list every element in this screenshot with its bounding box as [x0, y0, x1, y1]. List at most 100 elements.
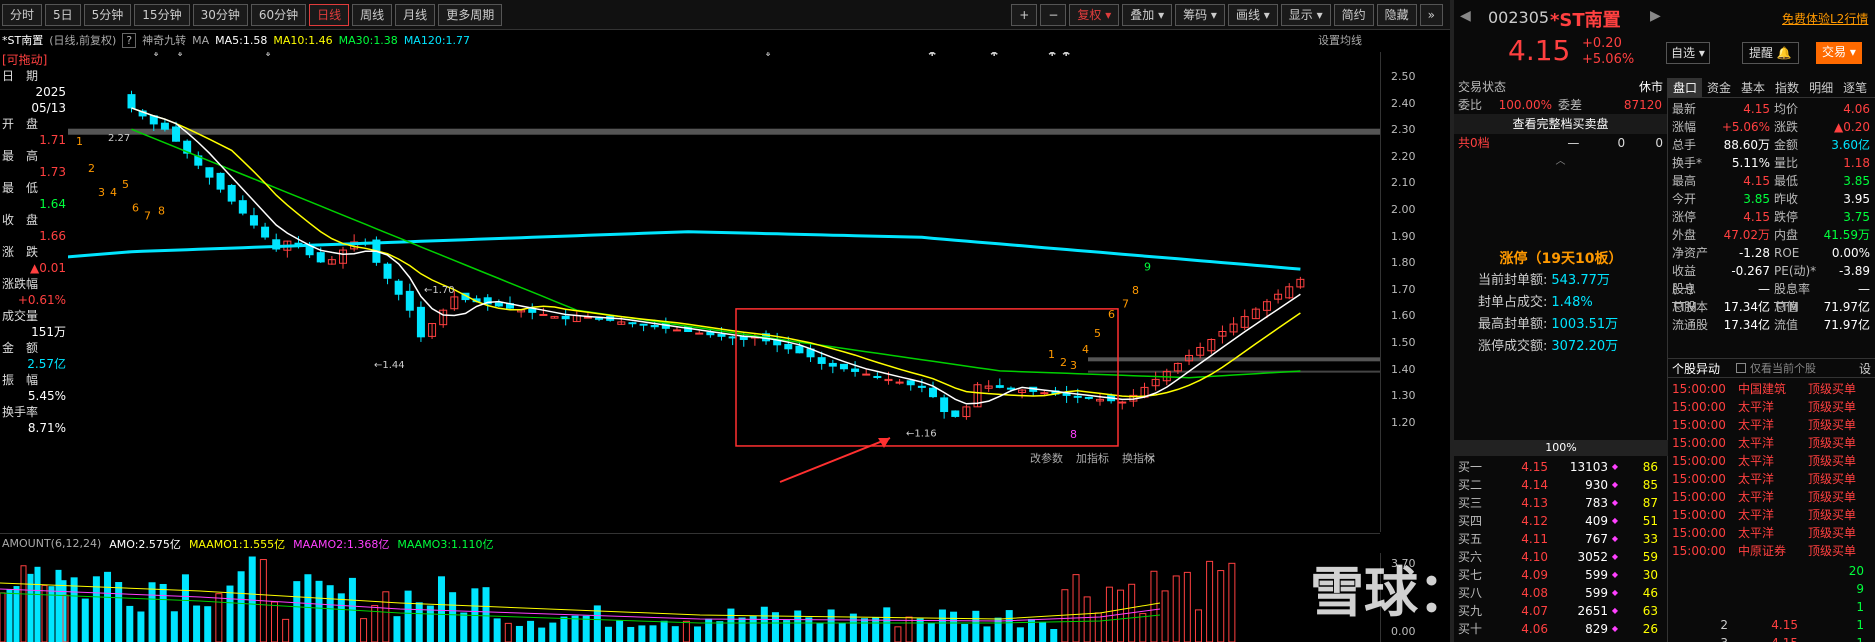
collapse-icon[interactable]: ︿	[1454, 152, 1667, 167]
stock-move-row[interactable]: 15:00:00 太平洋 顶级买单	[1668, 398, 1875, 416]
tool-button[interactable]: 显示 ▾	[1280, 4, 1331, 26]
tool-button[interactable]: −	[1040, 4, 1067, 26]
quote-value: -0.267	[1731, 264, 1770, 278]
stock-move-row[interactable]: 15:00:00 中国建筑 顶级买单	[1668, 380, 1875, 398]
magenta-count-label: 8	[1070, 428, 1077, 441]
tool-button[interactable]: 简约	[1333, 4, 1374, 26]
period-tab[interactable]: 60分钟	[250, 3, 307, 26]
candlestick-chart[interactable]: ⇕ ⇕ ⇕ ⇕ ✱ ✱ ✱ ✱ 2.27 ←1.70 ←1.44 ←1.16 1 2 3 4 5 6 7 8 1 2 3 4 5…	[0, 48, 1380, 532]
bid-row[interactable]: 买四 4.12 409 ◆ 51	[1454, 512, 1668, 530]
move-stock: 中国建筑	[1738, 382, 1787, 396]
free-l2-link[interactable]: 免费体验L2行情	[1782, 10, 1868, 27]
period-tab[interactable]: 30分钟	[192, 3, 248, 26]
tool-button[interactable]: 复权 ▾	[1069, 4, 1120, 26]
tick-index	[1668, 598, 1728, 616]
expand-icon[interactable]: »	[1419, 4, 1443, 26]
moves-settings-button[interactable]: 设	[1859, 360, 1871, 377]
stock-name: *ST南置	[1550, 10, 1621, 31]
bid-row[interactable]: 买五 4.11 767 ◆ 33	[1454, 530, 1668, 548]
quote-row: 总手 88.60万 金额 3.60亿	[1672, 136, 1871, 154]
bid-row[interactable]: 买二 4.14 930 ◆ 85	[1454, 476, 1668, 494]
full-book-button[interactable]: 查看完整档买卖盘	[1454, 114, 1667, 134]
limit-up-row: 最高封单额: 1003.51万	[1454, 314, 1668, 336]
bid-volume: 2651	[1577, 604, 1608, 618]
bid-row[interactable]: 买六 4.10 3052 ◆ 59	[1454, 548, 1668, 566]
chart-option-button[interactable]: 改参数	[1030, 451, 1063, 465]
bid-volume: 930	[1585, 478, 1608, 492]
prev-stock-icon[interactable]: ◀	[1460, 8, 1471, 24]
weibi-row: 委比 100.00% 委差 87120	[1454, 96, 1667, 114]
amount-chart[interactable]	[0, 553, 1380, 642]
candle-body	[249, 215, 258, 226]
volume-value: 151万	[31, 325, 66, 339]
amount-bar	[1039, 621, 1047, 642]
only-current-checkbox[interactable]	[1736, 363, 1747, 373]
amount-bar	[1050, 628, 1058, 642]
quote-tab[interactable]: 指数	[1770, 78, 1804, 97]
quote-row: 最新 4.15 均价 4.06	[1672, 100, 1871, 118]
tool-button[interactable]: 画线 ▾	[1227, 4, 1278, 26]
stock-move-row[interactable]: 15:00:00 太平洋 顶级买单	[1668, 488, 1875, 506]
bid-row[interactable]: 买一 4.15 13103 ◆ 86	[1454, 458, 1668, 476]
candle-body	[906, 380, 915, 386]
tool-button[interactable]: +	[1011, 4, 1038, 26]
period-tab[interactable]: 15分钟	[134, 3, 190, 26]
price-axis: 2.50 2.40 2.30 2.20 2.10 2.00 1.90 1.80 1.70 1.60…	[1380, 52, 1450, 532]
amount-bar	[115, 582, 123, 642]
candle-body	[650, 325, 659, 328]
period-tab[interactable]: 分时	[2, 3, 43, 26]
amount-bar	[805, 617, 813, 642]
bid-row[interactable]: 买十 4.06 829 ◆ 26	[1454, 620, 1668, 638]
high-marker: 2.27	[108, 133, 130, 144]
close-icon[interactable]: ×	[1146, 451, 1156, 465]
stock-move-row[interactable]: 15:00:00 太平洋 顶级买单	[1668, 452, 1875, 470]
bid-row[interactable]: 买七 4.09 599 ◆ 30	[1454, 566, 1668, 584]
stock-move-row[interactable]: 15:00:00 太平洋 顶级买单	[1668, 434, 1875, 452]
bid-row[interactable]: 买三 4.13 783 ◆ 87	[1454, 494, 1668, 512]
tool-button[interactable]: 筹码 ▾	[1175, 4, 1225, 26]
trade-button[interactable]: 交易 ▾	[1816, 42, 1862, 64]
period-tab[interactable]: 周线	[352, 3, 393, 26]
indicator-name[interactable]: 神奇九转	[142, 32, 186, 48]
candle-body	[595, 317, 604, 320]
help-icon[interactable]: ?	[122, 32, 137, 48]
close-label: 收 盘	[2, 213, 39, 227]
quote-tab[interactable]: 盘口	[1668, 78, 1703, 97]
date-value: 05/13	[31, 101, 66, 115]
candle-body	[238, 200, 247, 214]
bid-row[interactable]: 买八 4.08 599 ◆ 46	[1454, 584, 1668, 602]
draggable-label[interactable]: [可拖动]	[0, 52, 68, 68]
amount-bar	[1172, 575, 1180, 642]
watchlist-button[interactable]: 自选 ▾	[1666, 42, 1710, 64]
period-tab[interactable]: 日线	[309, 3, 350, 26]
ma-settings-button[interactable]: 设置均线	[1318, 32, 1362, 48]
bar-info-panel: [可拖动] 日 期 2025 05/13 开 盘 1.71 最 高 1.73 最…	[0, 52, 68, 435]
quote-tab[interactable]: 逐笔	[1838, 78, 1872, 97]
amount-bar	[204, 606, 212, 642]
year-value: 2025	[35, 85, 66, 99]
next-stock-icon[interactable]: ▶	[1650, 8, 1661, 24]
period-tab[interactable]: 5日	[45, 3, 81, 26]
stock-move-row[interactable]: 15:00:00 太平洋 顶级买单	[1668, 506, 1875, 524]
chart-option-button[interactable]: 加指标	[1076, 451, 1109, 465]
tool-button[interactable]: 隐藏	[1376, 4, 1417, 26]
quote-tab[interactable]: 资金	[1702, 78, 1736, 97]
bid-row[interactable]: 买九 4.07 2651 ◆ 63	[1454, 602, 1668, 620]
quote-tab[interactable]: 基本	[1736, 78, 1770, 97]
tick-price: 4.15	[1771, 618, 1798, 632]
stock-move-row[interactable]: 15:00:00 太平洋 顶级买单	[1668, 416, 1875, 434]
period-tab[interactable]: 更多周期	[438, 3, 503, 26]
amount-bar	[393, 616, 401, 642]
stock-move-row[interactable]: 15:00:00 中原证券 顶级买单	[1668, 542, 1875, 560]
stock-move-row[interactable]: 15:00:00 太平洋 顶级买单	[1668, 524, 1875, 542]
change-value: ▲0.01	[30, 261, 66, 275]
stock-move-row[interactable]: 15:00:00 太平洋 顶级买单	[1668, 470, 1875, 488]
nine-count-label: 3	[1070, 359, 1077, 372]
period-tab[interactable]: 月线	[395, 3, 436, 26]
remind-button[interactable]: 提醒 🔔	[1742, 42, 1799, 64]
period-tab[interactable]: 5分钟	[83, 3, 132, 26]
quote-tab[interactable]: 明细	[1804, 78, 1838, 97]
candle-body	[416, 306, 425, 338]
tool-button[interactable]: 叠加 ▾	[1122, 4, 1173, 26]
bid-orders: 33	[1642, 532, 1658, 546]
